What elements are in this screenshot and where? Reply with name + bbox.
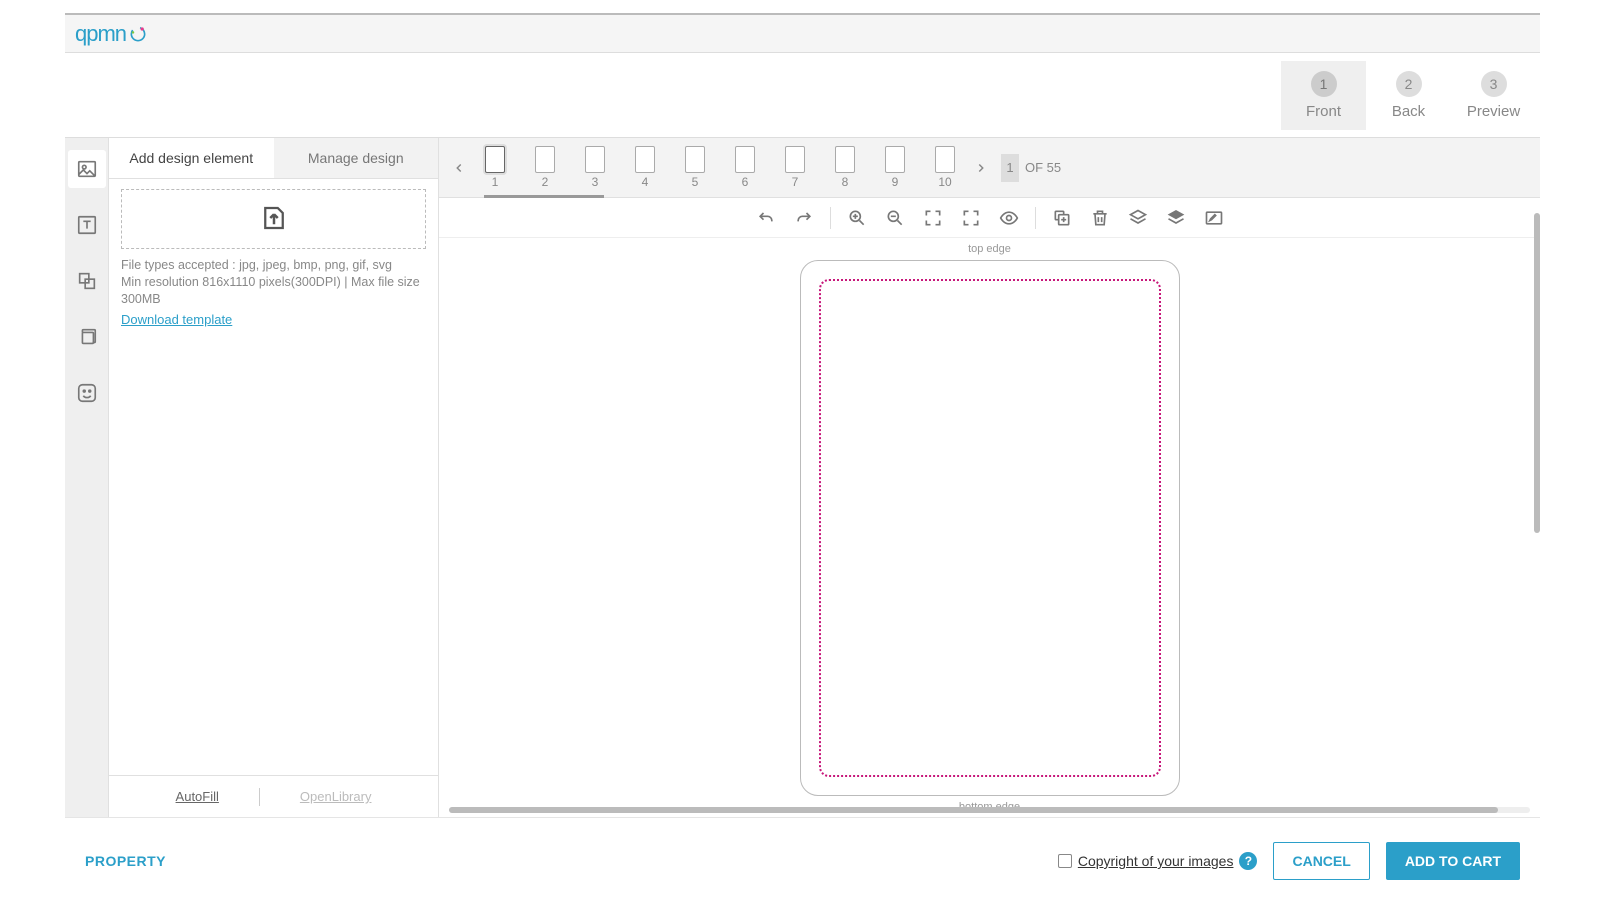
page-thumb[interactable]: 2	[535, 146, 555, 189]
page-thumb[interactable]: 10	[935, 146, 955, 189]
canvas-hscrollbar[interactable]	[449, 807, 1530, 815]
preview-icon[interactable]	[997, 206, 1021, 230]
upload-help: File types accepted : jpg, jpeg, bmp, pn…	[121, 257, 426, 308]
step-front[interactable]: 1 Front	[1281, 61, 1366, 130]
duplicate-icon[interactable]	[1050, 206, 1074, 230]
thumb-number: 9	[892, 175, 899, 189]
page-counter: 1 OF 55	[1001, 154, 1061, 182]
design-panel: Add design element Manage design File ty…	[109, 138, 439, 817]
step-number: 3	[1481, 71, 1507, 97]
page-thumb[interactable]: 8	[835, 146, 855, 189]
app-header: qpmn	[65, 13, 1540, 53]
layers-tool-icon[interactable]	[68, 318, 106, 356]
thumb-number: 3	[592, 175, 599, 189]
thumb-page-icon	[935, 146, 955, 173]
thumb-next-icon[interactable]	[969, 156, 993, 180]
page-thumb[interactable]: 3	[585, 146, 605, 189]
thumb-prev-icon[interactable]	[447, 156, 471, 180]
footer-bar: PROPERTY Copyright of your images ? CANC…	[65, 835, 1540, 887]
separator	[830, 207, 831, 229]
step-label: Back	[1366, 103, 1451, 120]
page-vscrollbar[interactable]	[1534, 213, 1540, 533]
property-tab[interactable]: PROPERTY	[85, 853, 166, 869]
current-page[interactable]: 1	[1001, 154, 1019, 182]
page-thumbnail-bar: 1 2 3 4 5 6 7 8 9 10 1 OF 55	[439, 138, 1540, 198]
page-thumb[interactable]: 4	[635, 146, 655, 189]
thumb-number: 10	[938, 175, 951, 189]
cancel-button[interactable]: CANCEL	[1273, 842, 1369, 880]
fullscreen-icon[interactable]	[959, 206, 983, 230]
page-total: OF 55	[1025, 160, 1061, 175]
canvas-toolbar	[439, 198, 1540, 238]
thumb-number: 4	[642, 175, 649, 189]
step-bar: 1 Front 2 Back 3 Preview	[65, 53, 1540, 138]
layer-front-icon[interactable]	[1164, 206, 1188, 230]
step-number: 2	[1396, 71, 1422, 97]
layer-back-icon[interactable]	[1126, 206, 1150, 230]
emoji-tool-icon[interactable]	[68, 374, 106, 412]
fit-screen-icon[interactable]	[921, 206, 945, 230]
tool-rail	[65, 138, 109, 817]
safe-zone-guide	[819, 279, 1161, 777]
tab-add-element[interactable]: Add design element	[109, 138, 274, 178]
thumb-number: 7	[792, 175, 799, 189]
zoom-in-icon[interactable]	[845, 206, 869, 230]
page-thumb[interactable]: 6	[735, 146, 755, 189]
step-preview[interactable]: 3 Preview	[1451, 61, 1536, 130]
download-template-link[interactable]: Download template	[121, 312, 232, 327]
thumb-page-icon	[585, 146, 605, 173]
add-to-cart-button[interactable]: ADD TO CART	[1386, 842, 1520, 880]
undo-icon[interactable]	[754, 206, 778, 230]
thumb-page-icon	[485, 146, 505, 173]
copyright-link[interactable]: Copyright of your images	[1078, 853, 1234, 869]
thumb-page-icon	[685, 146, 705, 173]
openlibrary-link[interactable]: OpenLibrary	[300, 789, 372, 804]
logo-swirl-icon	[128, 24, 148, 44]
page-thumb[interactable]: 1	[485, 146, 505, 189]
edge-label-top: top edge	[968, 243, 1011, 255]
upload-icon	[259, 203, 289, 236]
thumb-number: 2	[542, 175, 549, 189]
thumb-number: 6	[742, 175, 749, 189]
text-tool-icon[interactable]	[68, 206, 106, 244]
step-label: Preview	[1451, 103, 1536, 120]
separator	[1035, 207, 1036, 229]
thumb-page-icon	[635, 146, 655, 173]
thumb-page-icon	[735, 146, 755, 173]
thumb-page-icon	[785, 146, 805, 173]
card-artboard[interactable]	[800, 260, 1180, 796]
divider	[259, 788, 260, 806]
thumb-page-icon	[885, 146, 905, 173]
tab-manage-design[interactable]: Manage design	[274, 138, 439, 178]
thumb-page-icon	[835, 146, 855, 173]
thumb-page-icon	[535, 146, 555, 173]
zoom-out-icon[interactable]	[883, 206, 907, 230]
canvas-area: 1 2 3 4 5 6 7 8 9 10 1 OF 55	[439, 138, 1540, 817]
step-number: 1	[1311, 71, 1337, 97]
design-canvas[interactable]: top edge bottom edge left edge right edg…	[439, 238, 1540, 817]
autofill-link[interactable]: AutoFill	[176, 789, 219, 804]
copyright-checkbox[interactable]	[1058, 854, 1072, 868]
thumb-scroll-indicator[interactable]	[484, 195, 604, 198]
page-thumb[interactable]: 7	[785, 146, 805, 189]
shape-tool-icon[interactable]	[68, 262, 106, 300]
image-tool-icon[interactable]	[68, 150, 106, 188]
thumb-number: 5	[692, 175, 699, 189]
help-icon[interactable]: ?	[1239, 852, 1257, 870]
redo-icon[interactable]	[792, 206, 816, 230]
brand-logo[interactable]: qpmn	[75, 21, 148, 47]
delete-icon[interactable]	[1088, 206, 1112, 230]
logo-text: qpmn	[75, 21, 126, 47]
thumb-number: 8	[842, 175, 849, 189]
thumb-number: 1	[492, 175, 499, 189]
page-thumb[interactable]: 9	[885, 146, 905, 189]
step-label: Front	[1281, 103, 1366, 120]
edit-icon[interactable]	[1202, 206, 1226, 230]
page-thumb[interactable]: 5	[685, 146, 705, 189]
step-back[interactable]: 2 Back	[1366, 61, 1451, 130]
upload-dropzone[interactable]	[121, 189, 426, 249]
